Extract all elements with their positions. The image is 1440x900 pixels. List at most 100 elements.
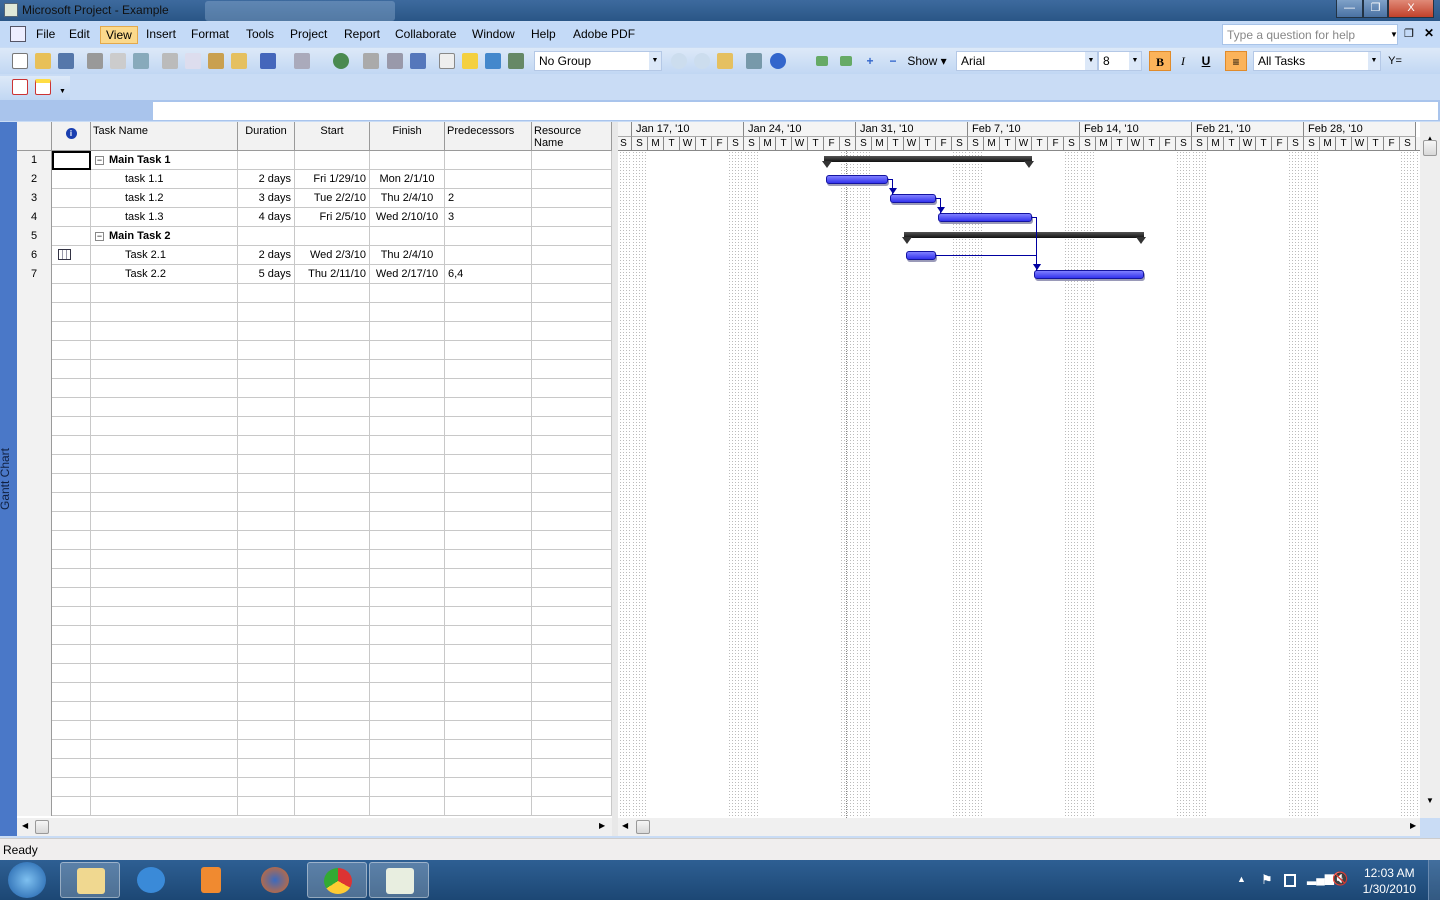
cell-finish[interactable]: [370, 759, 445, 778]
cell-resource-name[interactable]: [532, 550, 612, 569]
table-row[interactable]: 5 − Main Task 2: [17, 227, 612, 246]
row-number[interactable]: [17, 379, 52, 398]
cell-duration[interactable]: [238, 702, 295, 721]
cell-finish[interactable]: Wed 2/17/10: [370, 265, 445, 284]
cell-predecessors[interactable]: [445, 607, 532, 626]
table-row[interactable]: 6 Task 2.1 2 days Wed 2/3/10 Thu 2/4/10: [17, 246, 612, 265]
cell-resource-name[interactable]: [532, 702, 612, 721]
cell-duration[interactable]: [238, 360, 295, 379]
cell-duration[interactable]: [238, 740, 295, 759]
cell-finish[interactable]: [370, 455, 445, 474]
cell-finish[interactable]: [370, 721, 445, 740]
cell-resource-name[interactable]: [532, 265, 612, 284]
empty-row[interactable]: [17, 759, 612, 778]
cell-predecessors[interactable]: [445, 284, 532, 303]
cell-task-name[interactable]: [91, 588, 238, 607]
row-number[interactable]: [17, 778, 52, 797]
spelling-icon[interactable]: [133, 53, 149, 69]
row-number[interactable]: [17, 683, 52, 702]
cell-finish[interactable]: [370, 645, 445, 664]
empty-row[interactable]: [17, 607, 612, 626]
save-icon[interactable]: [58, 53, 74, 69]
row-number[interactable]: 7: [17, 265, 52, 284]
copy-picture-icon[interactable]: [746, 53, 762, 69]
cell-resource-name[interactable]: [532, 246, 612, 265]
toolbar-options-icon[interactable]: ▼: [59, 88, 66, 95]
cell-resource-name[interactable]: [532, 797, 612, 816]
cell-duration[interactable]: [238, 417, 295, 436]
scroll-left-icon[interactable]: ◀: [22, 821, 28, 830]
cell-task-name[interactable]: − Main Task 1: [91, 151, 238, 170]
font-size-select[interactable]: 8 ▼: [1098, 51, 1142, 71]
cell-finish[interactable]: Thu 2/4/10: [370, 189, 445, 208]
table-row[interactable]: 7 Task 2.2 5 days Thu 2/11/10 Wed 2/17/10 6,4: [17, 265, 612, 284]
cell-start[interactable]: [295, 569, 370, 588]
cell-finish[interactable]: [370, 550, 445, 569]
cell-predecessors[interactable]: [445, 455, 532, 474]
empty-row[interactable]: [17, 379, 612, 398]
cell-task-name[interactable]: [91, 417, 238, 436]
cell-duration[interactable]: [238, 645, 295, 664]
cell-predecessors[interactable]: [445, 341, 532, 360]
cell-finish[interactable]: [370, 512, 445, 531]
show-button[interactable]: Show ▾: [905, 51, 949, 71]
row-number[interactable]: [17, 588, 52, 607]
taskbar-chrome[interactable]: [307, 862, 367, 898]
cell-predecessors[interactable]: [445, 664, 532, 683]
cell-resource-name[interactable]: [532, 493, 612, 512]
cut-icon[interactable]: [162, 53, 178, 69]
cell-duration[interactable]: [238, 474, 295, 493]
cell-duration[interactable]: [238, 607, 295, 626]
task-bar[interactable]: [906, 251, 936, 260]
restore-doc-icon[interactable]: ❐: [1404, 27, 1414, 40]
cell-duration[interactable]: [238, 512, 295, 531]
cell-resource-name[interactable]: [532, 474, 612, 493]
cell-duration[interactable]: [238, 569, 295, 588]
empty-row[interactable]: [17, 303, 612, 322]
row-number[interactable]: [17, 569, 52, 588]
cell-predecessors[interactable]: [445, 151, 532, 170]
cell-predecessors[interactable]: [445, 759, 532, 778]
cell-start[interactable]: [295, 360, 370, 379]
row-number[interactable]: [17, 341, 52, 360]
row-number[interactable]: [17, 417, 52, 436]
cell-task-name[interactable]: [91, 531, 238, 550]
menu-edit[interactable]: Edit: [64, 26, 95, 44]
cell-duration[interactable]: [238, 778, 295, 797]
menu-insert[interactable]: Insert: [141, 26, 181, 44]
cell-task-name[interactable]: [91, 322, 238, 341]
scroll-right-icon[interactable]: ▶: [1410, 821, 1416, 830]
cell-duration[interactable]: [238, 322, 295, 341]
close-doc-icon[interactable]: ✕: [1424, 26, 1434, 40]
menu-tools[interactable]: Tools: [241, 26, 279, 44]
cell-resource-name[interactable]: [532, 227, 612, 246]
cell-predecessors[interactable]: [445, 436, 532, 455]
cell-duration[interactable]: 2 days: [238, 246, 295, 265]
cell-finish[interactable]: [370, 740, 445, 759]
menu-help[interactable]: Help: [526, 26, 561, 44]
cell-predecessors[interactable]: 2: [445, 189, 532, 208]
empty-row[interactable]: [17, 797, 612, 816]
taskbar-explorer[interactable]: [60, 862, 120, 898]
cell-task-name[interactable]: [91, 797, 238, 816]
cell-finish[interactable]: [370, 664, 445, 683]
taskbar-internet-explorer[interactable]: [121, 862, 181, 898]
close-button[interactable]: X: [1388, 0, 1434, 18]
cell-predecessors[interactable]: [445, 398, 532, 417]
column-header-resource-name[interactable]: Resource Name: [532, 122, 612, 151]
cell-finish[interactable]: [370, 778, 445, 797]
column-header-predecessors[interactable]: Predecessors: [445, 122, 532, 151]
cell-start[interactable]: [295, 379, 370, 398]
taskbar-firefox[interactable]: [245, 862, 305, 898]
vertical-scrollbar[interactable]: ▲ ▼: [1420, 122, 1440, 818]
cell-duration[interactable]: 5 days: [238, 265, 295, 284]
row-number[interactable]: [17, 474, 52, 493]
print-icon[interactable]: [87, 53, 103, 69]
font-select[interactable]: Arial ▼: [956, 51, 1098, 71]
row-number[interactable]: 3: [17, 189, 52, 208]
vertical-scroll-thumb[interactable]: [1423, 140, 1437, 156]
indicators-header[interactable]: i: [52, 122, 91, 151]
cell-predecessors[interactable]: [445, 588, 532, 607]
cell-finish[interactable]: [370, 151, 445, 170]
cell-resource-name[interactable]: [532, 740, 612, 759]
